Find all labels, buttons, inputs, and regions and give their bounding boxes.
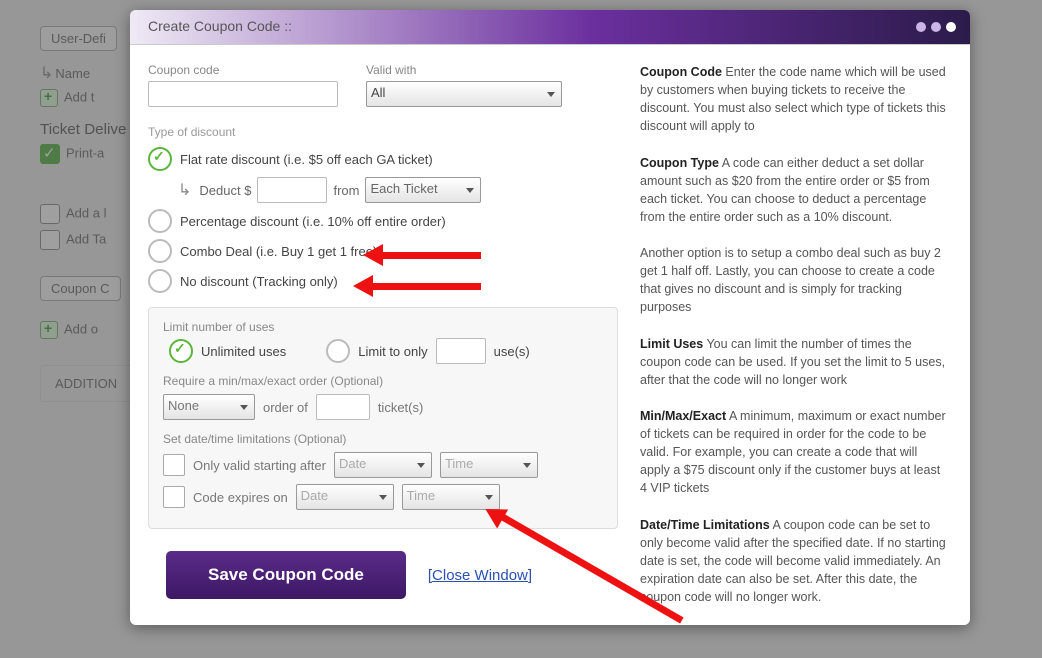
deduct-amount-input[interactable] — [257, 177, 327, 203]
checkbox-expires[interactable] — [163, 486, 185, 508]
require-type-select[interactable]: None — [163, 394, 255, 420]
valid-after-label: Only valid starting after — [193, 458, 326, 473]
create-coupon-modal: Create Coupon Code :: Coupon code Valid … — [130, 10, 970, 625]
valid-with-label: Valid with — [366, 63, 562, 77]
coupon-code-input[interactable] — [148, 81, 338, 107]
from-select[interactable]: Each Ticket — [365, 177, 481, 203]
flat-rate-label: Flat rate discount (i.e. $5 off each GA … — [180, 152, 433, 167]
modal-title: Create Coupon Code :: — [148, 18, 292, 34]
radio-no-discount[interactable] — [148, 269, 172, 293]
no-discount-label: No discount (Tracking only) — [180, 274, 338, 289]
uses-label: use(s) — [494, 344, 530, 359]
modal-header: Create Coupon Code :: — [130, 10, 970, 45]
save-coupon-button[interactable]: Save Coupon Code — [166, 551, 406, 599]
type-of-discount-label: Type of discount — [148, 125, 618, 139]
header-dots-icon — [911, 20, 956, 35]
datetime-label: Set date/time limitations (Optional) — [163, 432, 603, 446]
valid-after-time[interactable]: Time — [440, 452, 538, 478]
expires-label: Code expires on — [193, 490, 288, 505]
deduct-label: Deduct $ — [199, 183, 251, 198]
checkbox-valid-after[interactable] — [163, 454, 185, 476]
coupon-code-label: Coupon code — [148, 63, 338, 77]
help-panel: Coupon Code Enter the code name which wi… — [640, 63, 958, 625]
elbow-icon: ↳ — [178, 180, 191, 200]
valid-after-date[interactable]: Date — [334, 452, 432, 478]
valid-with-select[interactable]: All — [366, 81, 562, 107]
order-of-label: order of — [263, 400, 308, 415]
radio-unlimited[interactable] — [169, 339, 193, 363]
require-order-label: Require a min/max/exact order (Optional) — [163, 374, 603, 388]
limits-box: Limit number of uses Unlimited uses Limi… — [148, 307, 618, 529]
order-of-input[interactable] — [316, 394, 370, 420]
limit-to-label: Limit to only — [358, 344, 427, 359]
radio-percentage[interactable] — [148, 209, 172, 233]
radio-limit-to[interactable] — [326, 339, 350, 363]
radio-combo[interactable] — [148, 239, 172, 263]
limit-uses-input[interactable] — [436, 338, 486, 364]
combo-label: Combo Deal (i.e. Buy 1 get 1 free) — [180, 244, 377, 259]
close-window-link[interactable]: [Close Window] — [428, 567, 532, 584]
expires-date[interactable]: Date — [296, 484, 394, 510]
from-label: from — [333, 183, 359, 198]
unlimited-label: Unlimited uses — [201, 344, 286, 359]
limit-uses-label: Limit number of uses — [163, 320, 603, 334]
radio-flat-rate[interactable] — [148, 147, 172, 171]
percentage-label: Percentage discount (i.e. 10% off entire… — [180, 214, 446, 229]
tickets-label: ticket(s) — [378, 400, 424, 415]
expires-time[interactable]: Time — [402, 484, 500, 510]
